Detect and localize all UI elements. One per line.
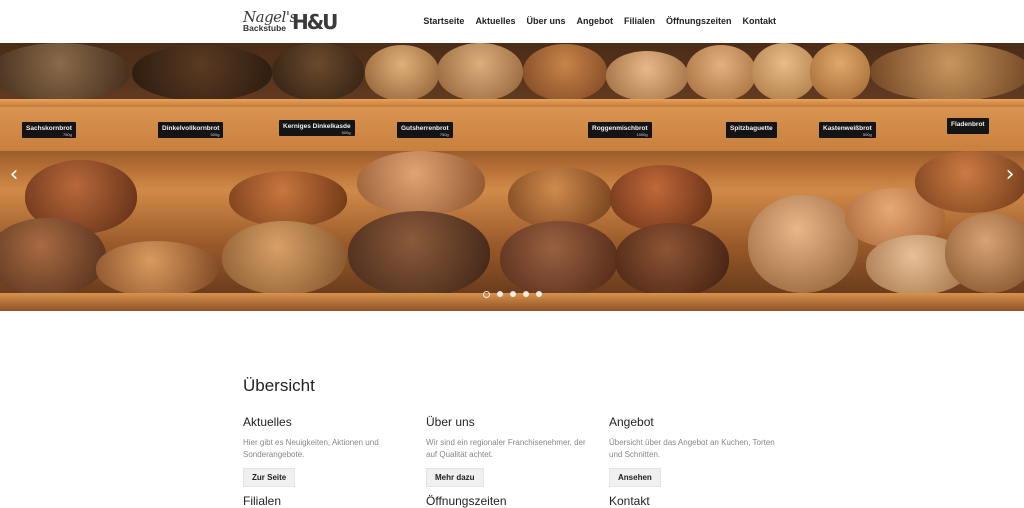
bread-label-text: Roggenmischbrot [592, 125, 648, 132]
slider-dot[interactable] [497, 291, 503, 297]
card-angebot: Angebot Übersicht über das Angebot an Ku… [609, 415, 779, 487]
bread-loaf [222, 221, 346, 295]
slider-prev-button[interactable]: ‹ [5, 163, 23, 187]
bread-label-text: Kerniges Dinkelkasde [283, 123, 351, 130]
bread-label-price: 1000g [636, 132, 648, 137]
bread-label: Dinkelvollkornbrot 500g [158, 122, 224, 138]
bread-loaf [0, 43, 130, 101]
bread-loaf [437, 43, 523, 101]
zur-seite-button[interactable]: Zur Seite [243, 468, 296, 487]
bread-label: Roggenmischbrot 1000g [588, 122, 652, 138]
bread-label-text: Kastenweißbrot [823, 125, 872, 132]
bread-label: Spitzbaguette [726, 122, 777, 138]
card-text: Übersicht über das Angebot an Kuchen, To… [609, 438, 775, 459]
bread-loaf [523, 44, 607, 101]
bread-label: Kastenweißbrot 500g [819, 122, 876, 138]
bread-loaf [945, 213, 1024, 293]
bread-loaf [500, 221, 618, 297]
slider-dot[interactable] [523, 291, 529, 297]
bread-label-price: 750g [62, 132, 72, 137]
ansehen-button[interactable]: Ansehen [609, 468, 661, 487]
bread-loaf [810, 43, 870, 101]
nav-kontakt[interactable]: Kontakt [743, 16, 777, 26]
logo[interactable]: Nagel's Backstube H&U [243, 8, 338, 36]
bread-loaf [748, 195, 858, 293]
bread-loaf [610, 165, 712, 231]
nav-aktuelles[interactable]: Aktuelles [475, 16, 515, 26]
bread-loaf [606, 51, 688, 101]
bread-loaf [229, 171, 347, 227]
slider-next-button[interactable]: › [1001, 163, 1019, 187]
nav-angebot[interactable]: Angebot [576, 16, 613, 26]
nav-filialen[interactable]: Filialen [624, 16, 655, 26]
bread-loaf [272, 43, 364, 101]
card-oeffnungszeiten-title: Öffnungszeiten [426, 494, 507, 508]
section-title: Übersicht [243, 376, 315, 395]
bread-label-text: Sachskornbrot [26, 125, 72, 132]
slider-dot[interactable] [510, 291, 516, 297]
card-kontakt-title: Kontakt [609, 494, 650, 508]
shelf-top [0, 99, 1024, 107]
nav-startseite[interactable]: Startseite [423, 16, 464, 26]
logo-sub: Backstube [243, 23, 286, 33]
card-title: Über uns [426, 415, 475, 429]
chevron-left-icon: ‹ [9, 162, 19, 187]
hero-slider: Sachskornbrot 750g Dinkelvollkornbrot 50… [0, 43, 1024, 311]
bread-loaf [348, 211, 490, 297]
nav-ueber-uns[interactable]: Über uns [526, 16, 565, 26]
bread-loaf [96, 241, 218, 297]
bread-loaf [508, 167, 612, 229]
bread-loaf [870, 43, 1024, 101]
bread-loaf [686, 45, 756, 101]
nav-oeffnungszeiten[interactable]: Öffnungszeiten [666, 16, 732, 26]
bread-label: Sachskornbrot 750g [22, 122, 76, 138]
slider-dots [483, 290, 542, 298]
bread-loaf [357, 151, 485, 215]
main-nav: Startseite Aktuelles Über uns Angebot Fi… [412, 16, 776, 26]
mehr-dazu-button[interactable]: Mehr dazu [426, 468, 484, 487]
bread-label-price: 500g [210, 132, 220, 137]
bread-label-text: Fladenbrot [951, 121, 985, 128]
bread-label: Kerniges Dinkelkasde 500g [279, 120, 355, 136]
card-ueber-uns: Über uns Wir sind ein regionaler Franchi… [426, 415, 596, 487]
chevron-right-icon: › [1005, 162, 1015, 187]
card-text: Wir sind ein regionaler Franchisenehmer,… [426, 438, 586, 459]
card-text: Hier gibt es Neuigkeiten, Aktionen und S… [243, 438, 379, 459]
bread-label: Gutsherrenbrot 750g [397, 122, 453, 138]
slider-dot[interactable] [483, 290, 490, 298]
card-title: Aktuelles [243, 415, 292, 429]
bread-label-text: Dinkelvollkornbrot [162, 125, 220, 132]
card-aktuelles: Aktuelles Hier gibt es Neuigkeiten, Akti… [243, 415, 413, 487]
site-header: Nagel's Backstube H&U Startseite Aktuell… [0, 0, 1024, 43]
card-filialen-title: Filialen [243, 494, 282, 508]
card-title: Angebot [609, 415, 654, 429]
bread-loaf [0, 218, 106, 296]
logo-mark: H&U [292, 10, 338, 34]
bread-label-price: 500g [862, 132, 872, 137]
bread-label-text: Spitzbaguette [730, 125, 773, 132]
bread-loaf [365, 45, 439, 101]
bread-loaf [752, 43, 816, 101]
bread-label-price: 750g [439, 132, 449, 137]
slider-dot[interactable] [536, 291, 542, 297]
bread-loaf [615, 223, 729, 297]
bread-label: Fladenbrot [947, 118, 989, 134]
bread-loaf [132, 45, 272, 101]
bread-label-price: 500g [341, 130, 351, 135]
bread-label-text: Gutsherrenbrot [401, 125, 449, 132]
